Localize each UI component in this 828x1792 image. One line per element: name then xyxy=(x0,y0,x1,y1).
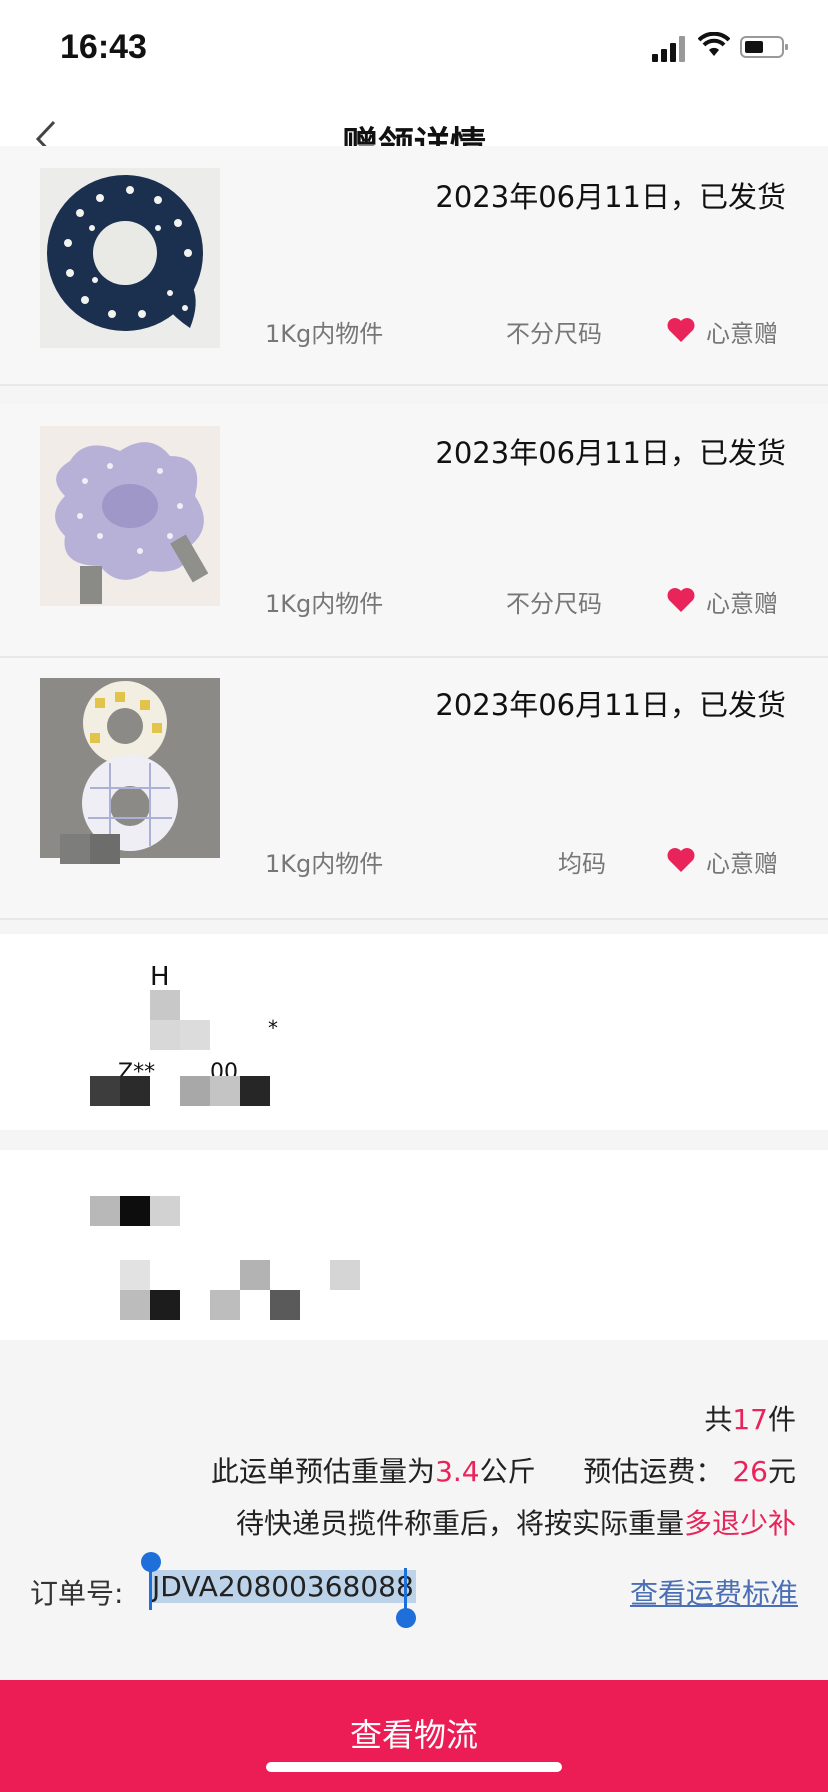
redaction-block xyxy=(150,1020,180,1050)
list-item[interactable]: 2023年06月11日，已发货 1Kg内物件 不分尺码 心意赠 xyxy=(0,146,828,386)
selection-handle-start-knob[interactable] xyxy=(141,1552,161,1572)
signal-icon xyxy=(652,36,686,62)
selection-handle-end-knob[interactable] xyxy=(396,1608,416,1628)
item-ship-date: 2023年06月11日，已发货 xyxy=(435,180,786,214)
weight-note: 待快递员揽件称重后，将按实际重量多退少补 xyxy=(235,1507,796,1540)
item-size: 均码 xyxy=(558,850,606,878)
redaction-block xyxy=(330,1260,360,1290)
redaction-block xyxy=(240,1076,270,1106)
home-indicator[interactable] xyxy=(266,1762,562,1772)
item-ship-date: 2023年06月11日，已发货 xyxy=(435,436,786,470)
heart-icon xyxy=(667,588,695,612)
battery-icon xyxy=(740,36,788,58)
heart-icon xyxy=(667,318,695,342)
item-weight: 1Kg内物件 xyxy=(265,850,384,878)
redaction-block xyxy=(120,1076,150,1106)
heart-icon xyxy=(667,848,695,872)
redaction-block xyxy=(210,1290,240,1320)
redaction-block xyxy=(150,1196,180,1226)
redacted-fragment: * xyxy=(268,1016,278,1040)
weight-and-fee: 此运单预估重量为3.4公斤 预估运费： 26元 xyxy=(211,1455,796,1488)
redaction-block xyxy=(120,1196,150,1226)
item-size: 不分尺码 xyxy=(506,590,602,618)
item-ship-date: 2023年06月11日，已发货 xyxy=(435,688,786,722)
item-gift-type: 心意赠 xyxy=(706,590,778,618)
order-number-label: 订单号: xyxy=(30,1577,124,1610)
refund-note: 多退少补 xyxy=(683,1507,796,1540)
redaction-block xyxy=(120,1260,150,1290)
item-count: 共17件 xyxy=(704,1403,796,1436)
item-gift-type: 心意赠 xyxy=(706,320,778,348)
recipient-info-redacted: H * Z** 00 xyxy=(0,934,828,1130)
item-thumbnail[interactable] xyxy=(40,168,220,348)
redaction-block xyxy=(180,1020,210,1050)
view-logistics-button[interactable]: 查看物流 xyxy=(0,1680,828,1792)
redaction-block xyxy=(90,834,120,864)
redaction-block xyxy=(210,1076,240,1106)
fee-value: 26 xyxy=(732,1455,768,1488)
fee-standard-link[interactable]: 查看运费标准 xyxy=(630,1572,798,1612)
redacted-fragment: H xyxy=(150,962,170,992)
list-item[interactable]: 2023年06月11日，已发货 1Kg内物件 不分尺码 心意赠 xyxy=(0,404,828,658)
redaction-block xyxy=(90,1196,120,1226)
view-logistics-label: 查看物流 xyxy=(349,1716,478,1754)
redaction-block xyxy=(60,834,90,864)
sender-info-redacted xyxy=(0,1150,828,1340)
item-size: 不分尺码 xyxy=(506,320,602,348)
item-thumbnail[interactable] xyxy=(40,678,220,858)
redaction-block xyxy=(180,1076,210,1106)
status-time: 16:43 xyxy=(60,28,147,66)
item-count-value: 17 xyxy=(732,1403,768,1436)
list-item[interactable]: 2023年06月11日，已发货 1Kg内物件 均码 心意赠 xyxy=(0,658,828,920)
item-weight: 1Kg内物件 xyxy=(265,590,384,618)
redaction-block xyxy=(270,1290,300,1320)
redaction-block xyxy=(150,990,180,1020)
redaction-block xyxy=(90,1076,120,1106)
item-thumbnail[interactable] xyxy=(40,426,220,606)
item-gift-type: 心意赠 xyxy=(706,850,778,878)
status-bar: 16:43 xyxy=(0,0,828,96)
wifi-icon xyxy=(698,32,730,56)
order-number[interactable]: JDVA20800368088 xyxy=(150,1570,416,1603)
weight-value: 3.4 xyxy=(435,1455,480,1488)
item-weight: 1Kg内物件 xyxy=(265,320,384,348)
redaction-block xyxy=(150,1290,180,1320)
redaction-block xyxy=(120,1290,150,1320)
redaction-block xyxy=(240,1260,270,1290)
